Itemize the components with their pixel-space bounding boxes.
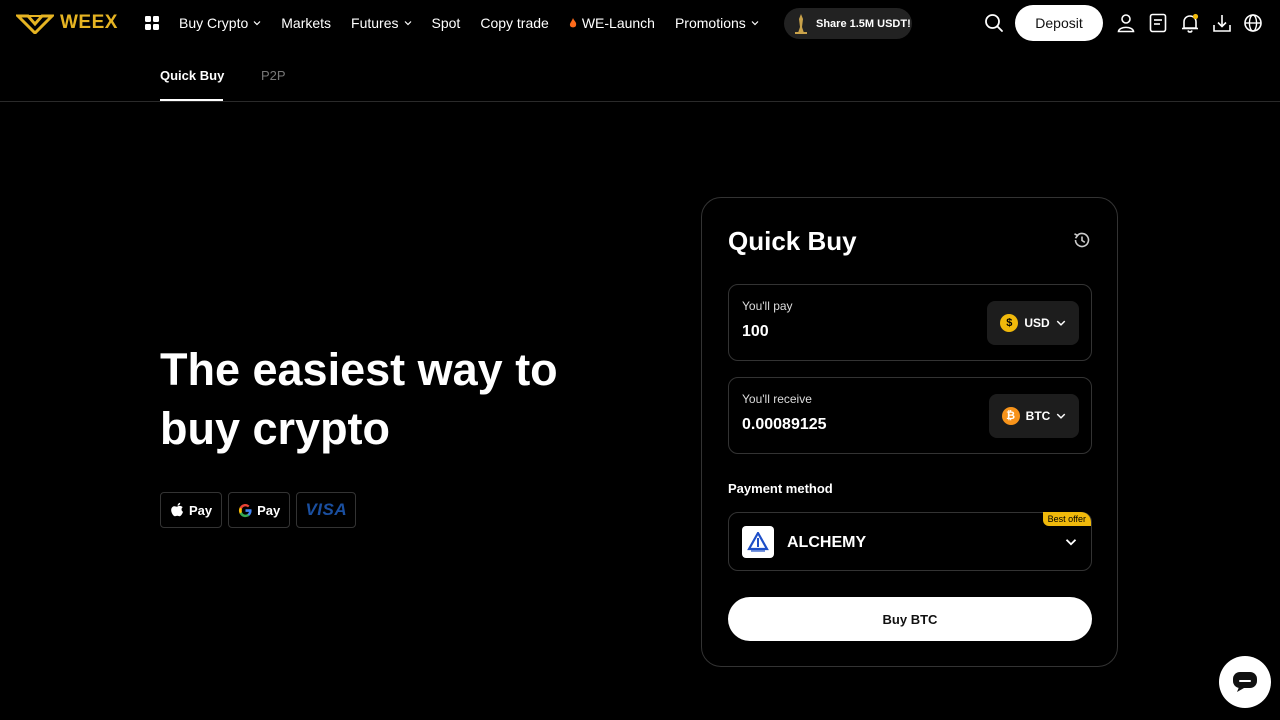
globe-icon[interactable] <box>1243 13 1263 33</box>
nav-we-launch[interactable]: WE-Launch <box>569 15 655 31</box>
weex-logo-icon <box>16 14 54 34</box>
visa-badge: VISA <box>296 492 357 528</box>
promo-banner[interactable]: Share 1.5M USDT! <box>784 8 912 39</box>
chevron-down-icon <box>751 21 759 26</box>
brand-name: WEEX <box>60 12 118 33</box>
history-icon[interactable] <box>1072 230 1092 250</box>
visa-label: VISA <box>305 500 348 519</box>
sub-nav: Quick Buy P2P <box>0 46 1280 102</box>
chevron-down-icon <box>1065 539 1077 546</box>
search-icon[interactable] <box>984 13 1004 33</box>
active-tab-indicator <box>160 99 223 101</box>
nav-spot-label: Spot <box>431 15 461 31</box>
alchemy-icon <box>747 532 769 552</box>
nav-we-launch-label: WE-Launch <box>581 15 655 31</box>
bell-icon[interactable] <box>1180 13 1200 33</box>
payment-badges: Pay Pay VISA <box>160 492 357 528</box>
nav-futures-label: Futures <box>351 15 399 31</box>
nav-buy-crypto-label: Buy Crypto <box>179 15 249 31</box>
promo-text: Share 1.5M USDT! <box>816 17 911 30</box>
apps-grid-icon[interactable] <box>144 15 160 31</box>
apple-pay-badge: Pay <box>160 492 223 528</box>
usd-coin-icon: $ <box>1000 314 1019 332</box>
hero-heading: The easiest way to buy crypto <box>160 340 620 458</box>
nav-buy-crypto[interactable]: Buy Crypto <box>179 15 261 31</box>
flame-icon <box>569 17 577 27</box>
hero-heading-line-1: The easiest way to <box>160 344 558 395</box>
apple-icon <box>171 502 183 516</box>
weex-logo[interactable]: WEEX <box>16 12 118 34</box>
pay-label: You'll pay <box>742 299 793 313</box>
chat-icon <box>1233 672 1257 692</box>
receive-currency-select[interactable]: ₿ BTC <box>989 394 1079 438</box>
receive-currency-label: BTC <box>1025 409 1051 423</box>
tab-p2p[interactable]: P2P <box>261 68 286 83</box>
trophy-icon <box>795 13 807 34</box>
support-chat-button[interactable] <box>1219 656 1271 708</box>
pay-currency-label: USD <box>1024 316 1050 330</box>
chevron-down-icon <box>404 21 411 26</box>
google-g-icon <box>239 503 252 517</box>
btc-coin-icon: ₿ <box>1001 407 1020 425</box>
google-pay-label: Pay <box>257 502 281 518</box>
apple-pay-label: Pay <box>189 502 213 518</box>
tab-quick-buy[interactable]: Quick Buy <box>160 68 224 83</box>
receive-amount-value: 0.00089125 <box>742 416 827 433</box>
receive-label: You'll receive <box>742 392 812 406</box>
pay-currency-select[interactable]: $ USD <box>987 301 1079 345</box>
hero-heading-line-2: buy crypto <box>160 403 391 454</box>
chevron-down-icon <box>253 21 261 26</box>
chevron-down-icon <box>1056 320 1065 326</box>
payment-method-select[interactable]: ALCHEMY Best offer <box>728 512 1092 571</box>
receive-amount-field[interactable]: You'll receive 0.00089125 ₿ BTC <box>728 377 1092 454</box>
nav-copy-trade-label: Copy trade <box>480 15 549 31</box>
nav-spot[interactable]: Spot <box>432 15 461 31</box>
best-offer-badge: Best offer <box>1042 512 1091 526</box>
nav-copy-trade[interactable]: Copy trade <box>480 15 548 31</box>
download-icon[interactable] <box>1212 13 1232 33</box>
user-icon[interactable] <box>1116 13 1136 33</box>
google-pay-badge: Pay <box>228 492 291 528</box>
orders-icon[interactable] <box>1148 13 1168 33</box>
payment-method-label: Payment method <box>728 481 833 496</box>
nav-futures[interactable]: Futures <box>351 15 411 31</box>
nav-promotions-label: Promotions <box>674 15 746 31</box>
provider-name: ALCHEMY <box>787 534 867 551</box>
buy-btc-button[interactable]: Buy BTC <box>728 597 1092 641</box>
nav-promotions[interactable]: Promotions <box>675 15 759 31</box>
pay-amount-input[interactable]: 100 <box>742 323 769 341</box>
deposit-button[interactable]: Deposit <box>1015 5 1103 41</box>
card-title: Quick Buy <box>728 226 857 256</box>
pay-amount-field[interactable]: You'll pay 100 $ USD <box>728 284 1092 361</box>
nav-markets-label: Markets <box>281 15 332 31</box>
nav-markets[interactable]: Markets <box>281 15 331 31</box>
quick-buy-card: Quick Buy You'll pay 100 $ USD You'll re… <box>701 197 1118 667</box>
chevron-down-icon <box>1057 413 1066 419</box>
main-menu: Buy Crypto Markets Futures Spot Copy tra… <box>179 0 779 46</box>
alchemy-logo <box>742 526 774 558</box>
top-nav: WEEX Buy Crypto Markets Futures Spot Cop… <box>0 0 1280 46</box>
